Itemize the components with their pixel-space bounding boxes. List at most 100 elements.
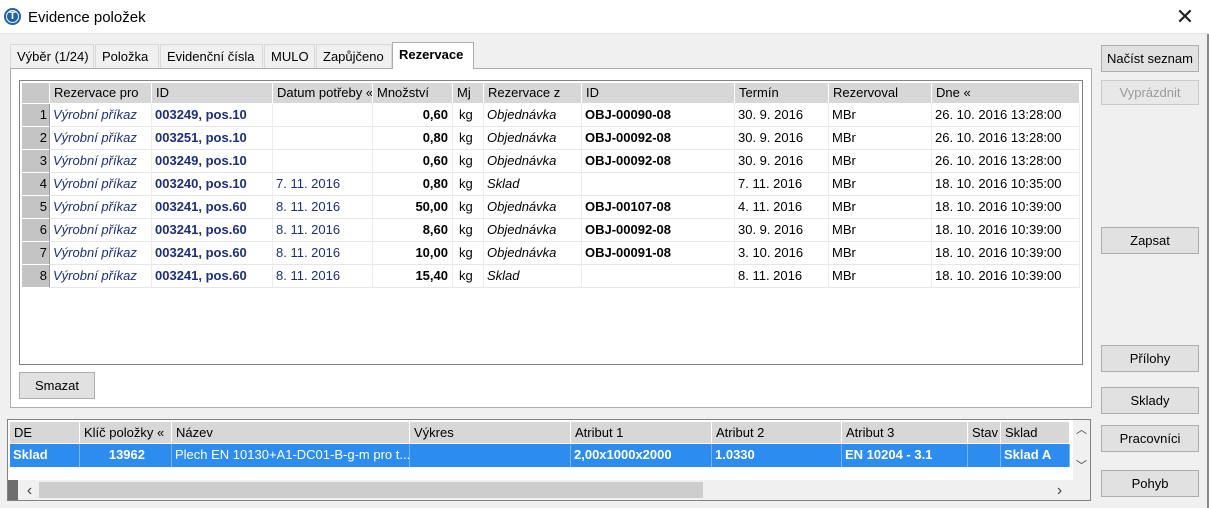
cell-id-2: OBJ-00092-08 <box>582 127 735 150</box>
cell-termin: 4. 11. 2016 <box>735 196 829 219</box>
table-row[interactable]: 2 Výrobní příkaz 003251, pos.10 0,80 kg … <box>20 127 1082 150</box>
cell-rezervoval: MBr <box>829 265 932 288</box>
cell-rezervace-pro: Výrobní příkaz <box>50 127 152 150</box>
cell-rezervoval: MBr <box>829 196 932 219</box>
cell-rezervoval: MBr <box>829 104 932 127</box>
cell-mj: kg <box>453 104 484 127</box>
row-number: 7 <box>22 242 50 265</box>
save-button[interactable]: Zapsat <box>1101 227 1199 254</box>
reservations-grid[interactable]: Rezervace pro ID Datum potřeby « Množstv… <box>19 80 1083 365</box>
row-number: 5 <box>22 196 50 219</box>
cell-stav <box>968 444 1001 467</box>
cell-datum <box>273 127 373 150</box>
col-klic-polozky[interactable]: Klíč položky « <box>80 422 172 443</box>
col-vykres[interactable]: Výkres <box>410 422 571 443</box>
cell-vykres <box>410 444 571 467</box>
selected-item-row[interactable]: Sklad 13962 Plech EN 10130+A1-DC01-B-g-m… <box>10 444 1070 467</box>
movement-button[interactable]: Pohyb <box>1101 470 1199 497</box>
cell-id: 003251, pos.10 <box>152 127 273 150</box>
scroll-left-icon[interactable]: ‹ <box>21 482 38 499</box>
cell-mnozstvi: 15,40 <box>373 265 453 288</box>
row-number: 3 <box>22 150 50 173</box>
cell-termin: 30. 9. 2016 <box>735 104 829 127</box>
clear-button[interactable]: Vyprázdnit <box>1101 80 1199 105</box>
cell-rezervace-pro: Výrobní příkaz <box>50 219 152 242</box>
row-number: 2 <box>22 127 50 150</box>
col-nazev[interactable]: Název <box>172 422 410 443</box>
tab-mulo[interactable]: MULO <box>264 44 315 68</box>
cell-rezervoval: MBr <box>829 219 932 242</box>
col-mnozstvi[interactable]: Množství <box>373 83 453 103</box>
col-id-2[interactable]: ID <box>582 83 735 103</box>
tab-zapujceno[interactable]: Zapůjčeno <box>316 44 392 68</box>
table-row[interactable]: 4 Výrobní příkaz 003240, pos.10 7. 11. 2… <box>20 173 1082 196</box>
warehouses-button[interactable]: Sklady <box>1101 387 1199 414</box>
cell-mnozstvi: 0,60 <box>373 150 453 173</box>
col-stav[interactable]: Stav <box>968 422 1001 443</box>
cell-termin: 30. 9. 2016 <box>735 219 829 242</box>
scroll-down-icon[interactable]: ﹀ <box>1073 458 1090 475</box>
cell-mj: kg <box>453 150 484 173</box>
col-atribut-1[interactable]: Atribut 1 <box>571 422 712 443</box>
cell-datum: 8. 11. 2016 <box>273 219 373 242</box>
col-dne[interactable]: Dne « <box>932 83 1080 103</box>
table-row[interactable]: 3 Výrobní příkaz 003249, pos.10 0,60 kg … <box>20 150 1082 173</box>
workers-button[interactable]: Pracovníci <box>1101 425 1199 452</box>
attachments-button[interactable]: Přílohy <box>1101 345 1199 372</box>
cell-atribut-1: 2,00x1000x2000 <box>571 444 712 467</box>
col-rezervace-pro[interactable]: Rezervace pro <box>50 83 152 103</box>
cell-rezervace-z: Objednávka <box>484 150 582 173</box>
col-datum-potreby[interactable]: Datum potřeby « <box>273 83 373 103</box>
window-title: Evidence položek <box>28 9 146 26</box>
items-grid[interactable]: DE Klíč položky « Název Výkres Atribut 1… <box>7 419 1091 501</box>
cell-id: 003241, pos.60 <box>152 219 273 242</box>
cell-dne: 18. 10. 2016 10:39:00 <box>932 265 1080 288</box>
tab-evidencni-cisla[interactable]: Evidenční čísla <box>160 44 263 68</box>
cell-mj: kg <box>453 127 484 150</box>
cell-datum <box>273 104 373 127</box>
cell-rezervace-pro: Výrobní příkaz <box>50 104 152 127</box>
col-de[interactable]: DE <box>10 422 80 443</box>
tab-rezervace[interactable]: Rezervace <box>392 42 474 69</box>
tab-vyber[interactable]: Výběr (1/24) <box>10 44 94 68</box>
col-rezervoval[interactable]: Rezervoval <box>829 83 932 103</box>
col-atribut-2[interactable]: Atribut 2 <box>712 422 842 443</box>
close-icon[interactable]: ✕ <box>1162 0 1208 34</box>
cell-datum: 8. 11. 2016 <box>273 196 373 219</box>
tab-polozka[interactable]: Položka <box>95 44 159 68</box>
horizontal-scrollbar[interactable]: ‹ › <box>8 480 1090 500</box>
row-number: 1 <box>22 104 50 127</box>
app-logo-letter: T <box>9 10 16 22</box>
col-termin[interactable]: Termín <box>735 83 829 103</box>
load-list-button[interactable]: Načíst seznam <box>1101 45 1199 72</box>
table-row[interactable]: 5 Výrobní příkaz 003241, pos.60 8. 11. 2… <box>20 196 1082 219</box>
cell-dne: 26. 10. 2016 13:28:00 <box>932 150 1080 173</box>
cell-mj: kg <box>453 173 484 196</box>
col-mj[interactable]: Mj <box>453 83 484 103</box>
cell-rezervace-z: Sklad <box>484 265 582 288</box>
table-row[interactable]: 8 Výrobní příkaz 003241, pos.60 8. 11. 2… <box>20 265 1082 288</box>
table-row[interactable]: 1 Výrobní příkaz 003249, pos.10 0,60 kg … <box>20 104 1082 127</box>
cell-termin: 3. 10. 2016 <box>735 242 829 265</box>
cell-termin: 30. 9. 2016 <box>735 150 829 173</box>
cell-mj: kg <box>453 219 484 242</box>
cell-id-2: OBJ-00090-08 <box>582 104 735 127</box>
scroll-right-icon[interactable]: › <box>1051 482 1068 499</box>
cell-id-2: OBJ-00092-08 <box>582 150 735 173</box>
col-atribut-3[interactable]: Atribut 3 <box>842 422 968 443</box>
table-row[interactable]: 6 Výrobní příkaz 003241, pos.60 8. 11. 2… <box>20 219 1082 242</box>
cell-rezervace-z: Objednávka <box>484 104 582 127</box>
scrollbar-edge <box>8 480 18 500</box>
scroll-thumb[interactable] <box>39 482 703 498</box>
col-id[interactable]: ID <box>152 83 273 103</box>
cell-rezervace-pro: Výrobní příkaz <box>50 173 152 196</box>
row-number: 8 <box>22 265 50 288</box>
vertical-scrollbar[interactable]: ︿ ﹀ <box>1073 420 1090 480</box>
col-rezervace-z[interactable]: Rezervace z <box>484 83 582 103</box>
delete-button[interactable]: Smazat <box>19 372 95 399</box>
table-row[interactable]: 7 Výrobní příkaz 003241, pos.60 8. 11. 2… <box>20 242 1082 265</box>
cell-id: 003241, pos.60 <box>152 242 273 265</box>
scroll-up-icon[interactable]: ︿ <box>1073 422 1090 439</box>
col-sklad[interactable]: Sklad <box>1001 422 1070 443</box>
cell-mj: kg <box>453 265 484 288</box>
